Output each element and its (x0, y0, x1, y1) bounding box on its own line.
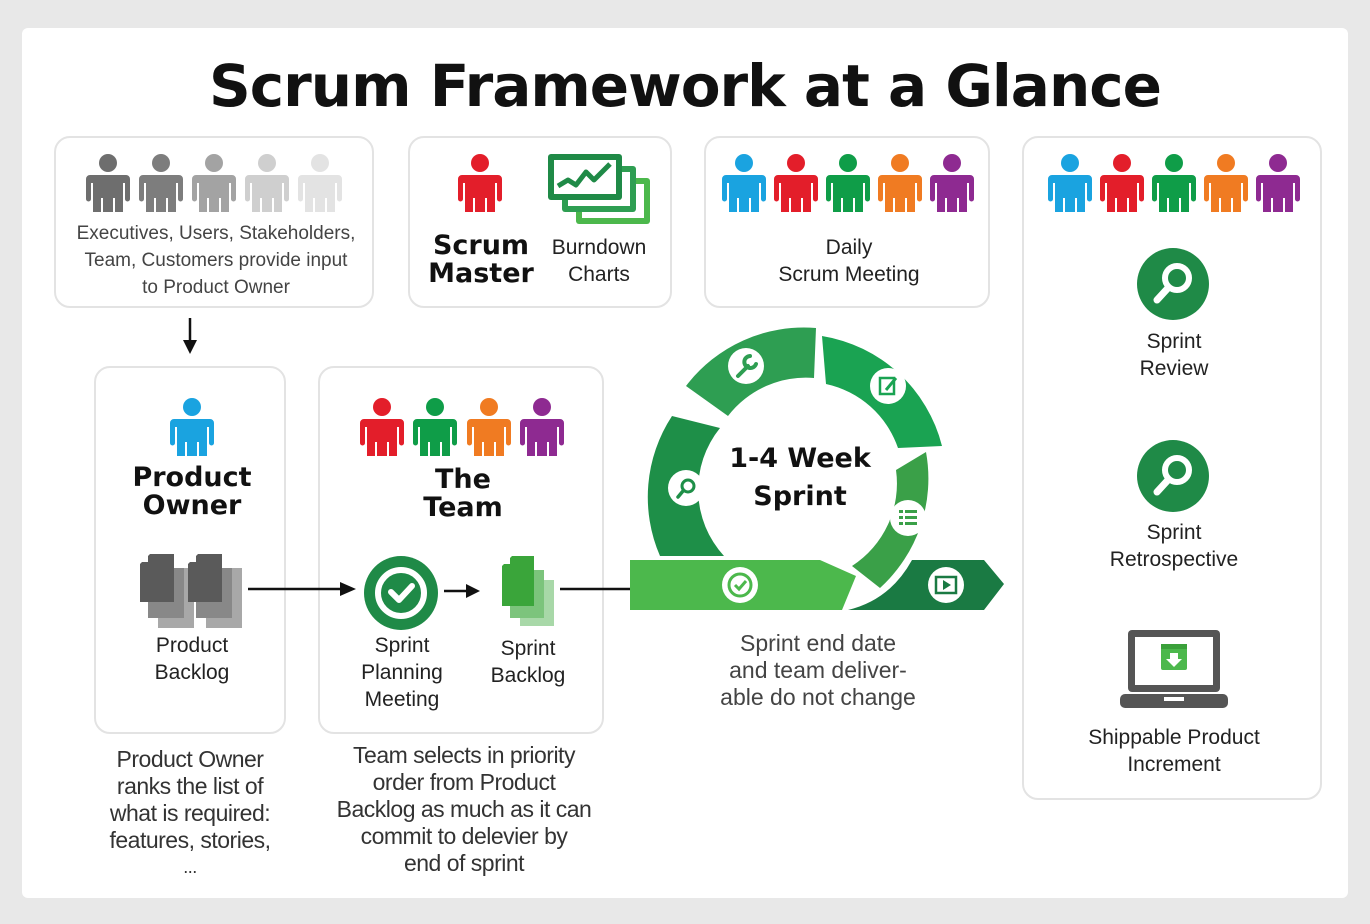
sprint-note-line: Sprint end date (739, 630, 896, 656)
person-icon (467, 398, 511, 456)
sprint-planning-label: Planning (361, 661, 443, 684)
person-icon (192, 154, 236, 212)
product-owner-title: Owner (142, 490, 242, 521)
scrum-master-label: Master (428, 258, 534, 289)
sprint-retrospective-label: Retrospective (1109, 548, 1239, 571)
person-icon (1100, 154, 1144, 212)
sprint-backlog-label: Sprint (500, 637, 556, 660)
person-icon (1152, 154, 1196, 212)
edit-icon (870, 368, 906, 404)
laptop-download-icon (1120, 630, 1228, 708)
play-icon (928, 567, 964, 603)
sprint-review-label: Sprint (1146, 330, 1202, 353)
product-owner-description-line: ranks the list of (116, 773, 264, 799)
product-owner-title: Product (132, 462, 252, 493)
product-owner-description-line: ... (183, 857, 197, 877)
sprint-planning-label: Meeting (364, 688, 440, 711)
person-icon (826, 154, 870, 212)
shippable-increment-label: Shippable Product (1088, 726, 1260, 749)
stakeholders-card: Executives, Users, Stakeholders, Team, C… (54, 136, 374, 308)
person-icon (1048, 154, 1092, 212)
product-owner-description-line: features, stories, (109, 827, 271, 853)
daily-scrum-label: Daily (825, 236, 873, 259)
sprint-duration-label: Sprint (753, 481, 847, 512)
person-icon (930, 154, 974, 212)
stakeholders-text-line: Team, Customers provide input (84, 250, 348, 271)
sprint-review-search-icon (1137, 248, 1209, 320)
team-title: Team (423, 492, 503, 523)
person-icon (878, 154, 922, 212)
product-owner-description-line: Product Owner (116, 746, 264, 772)
down-arrow-icon (183, 318, 197, 354)
product-owner-card: Product Owner Product Backlog (94, 366, 286, 734)
team-description-line: order from Product (372, 769, 556, 795)
product-backlog-label: Backlog (154, 661, 230, 684)
page-title: Scrum Framework at a Glance (209, 52, 1162, 120)
sprint-outcomes-card: Sprint Review Sprint Retrospective Shipp… (1022, 136, 1322, 800)
sprint-duration-label: 1-4 Week (729, 443, 871, 474)
burndown-chart-icon (548, 154, 650, 224)
scrum-master-card: Scrum Master Burndown Charts (408, 136, 672, 308)
stakeholders-text-line: Executives, Users, Stakeholders, (76, 223, 356, 244)
arrow-right-icon (444, 584, 480, 598)
sprint-backlog-label: Backlog (490, 664, 566, 687)
person-icon (1204, 154, 1248, 212)
product-owner-person-icon (170, 398, 214, 456)
person-icon (86, 154, 130, 212)
burndown-label: Charts (568, 263, 630, 286)
daily-scrum-label: Scrum Meeting (778, 263, 920, 286)
shippable-increment-label: Increment (1127, 753, 1221, 776)
team-description-line: end of sprint (403, 850, 525, 876)
team-title: The (435, 464, 491, 495)
sprint-retrospective-search-icon (1137, 440, 1209, 512)
team-card: The Team Sprint Planning Meeting Sprint … (318, 366, 604, 734)
product-backlog-label: Product (155, 634, 229, 657)
person-icon (722, 154, 766, 212)
sprint-retrospective-label: Sprint (1146, 521, 1202, 544)
person-icon (413, 398, 457, 456)
check-icon (722, 567, 758, 603)
person-icon (298, 154, 342, 212)
product-owner-description-line: what is required: (109, 800, 271, 826)
search-icon (668, 470, 704, 506)
person-icon (1256, 154, 1300, 212)
person-icon (245, 154, 289, 212)
team-description-line: commit to delevier by (360, 823, 568, 849)
stakeholders-text-line: to Product Owner (142, 277, 290, 298)
scrum-master-label: Scrum (432, 230, 530, 261)
product-backlog-documents-icon (140, 554, 242, 628)
sprint-note-line: able do not change (720, 684, 916, 710)
sprint-backlog-document-icon (502, 556, 554, 626)
team-description-line: Team selects in priority (353, 742, 575, 768)
arrow-right-icon (248, 582, 356, 596)
burndown-label: Burndown (551, 236, 647, 259)
person-icon (520, 398, 564, 456)
daily-scrum-card: Daily Scrum Meeting (704, 136, 990, 308)
team-description-line: Backlog as much as it can (336, 796, 592, 822)
sprint-planning-check-icon (364, 556, 438, 630)
sprint-note-line: and team deliver- (729, 657, 907, 683)
person-icon (139, 154, 183, 212)
sprint-review-label: Review (1139, 357, 1209, 380)
sprint-planning-label: Sprint (374, 634, 430, 657)
person-icon (774, 154, 818, 212)
wrench-icon (728, 348, 764, 384)
scrum-master-person-icon (458, 154, 502, 212)
person-icon (360, 398, 404, 456)
